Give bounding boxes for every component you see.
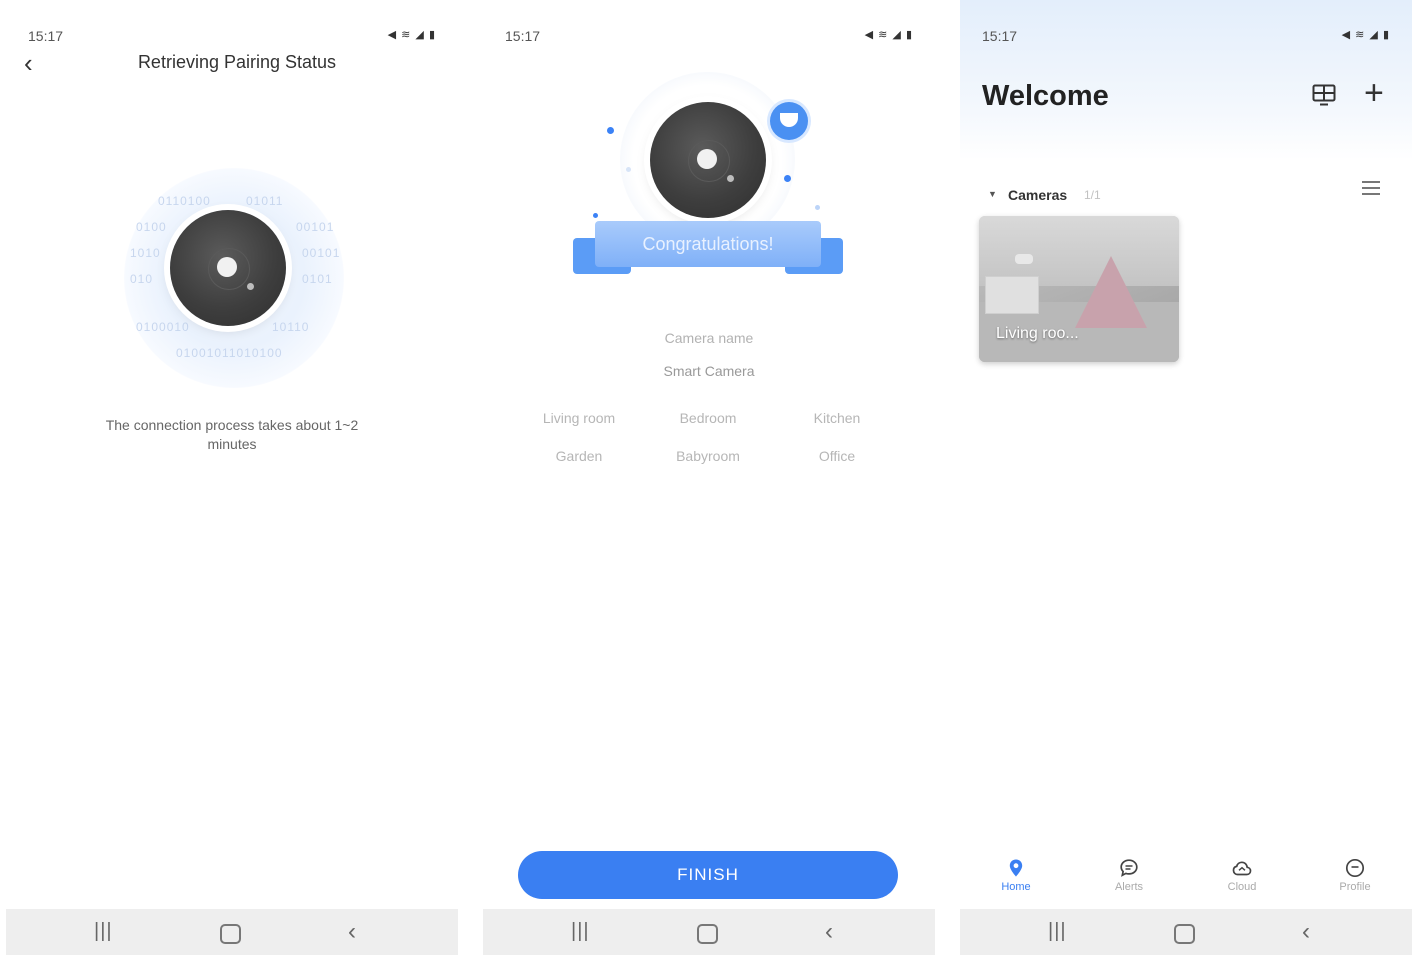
cameras-section-label: Cameras [1008, 187, 1068, 203]
binary-decoration: 0101 [302, 272, 333, 286]
sparkle-dot [593, 213, 598, 218]
home-screen: 15:17 ◀ ≋ ◢ ▮ Welcome + ▼ Cameras 1/1 Li… [960, 0, 1412, 955]
tab-home[interactable]: Home [981, 858, 1051, 893]
pairing-status-screen: 15:17 ◀ ≋ ◢ ▮ ‹ Retrieving Pairing Statu… [6, 0, 458, 955]
camera-card-living-room[interactable]: Living roo... [979, 216, 1179, 362]
recents-icon[interactable]: ||| [1048, 920, 1067, 943]
room-option-living-room[interactable]: Living room [515, 400, 643, 436]
congratulations-banner: Congratulations! [595, 221, 821, 267]
room-option-babyroom[interactable]: Babyroom [644, 438, 772, 474]
room-option-office[interactable]: Office [773, 438, 901, 474]
tab-label: Home [1001, 881, 1031, 893]
camera-lens-icon [170, 210, 286, 326]
camera-lens-icon [650, 102, 766, 218]
camera-name-label: Camera name [664, 330, 754, 346]
home-circle-icon[interactable] [697, 924, 718, 944]
page-title: Welcome [982, 80, 1109, 112]
bottom-tab-bar: Home Alerts Cloud Profile [960, 850, 1412, 909]
recents-icon[interactable]: ||| [571, 920, 590, 943]
home-circle-icon[interactable] [220, 924, 241, 944]
status-icons: ◀ ≋ ◢ ▮ [1341, 29, 1390, 41]
tab-profile[interactable]: Profile [1320, 858, 1390, 893]
nav-back-icon[interactable]: ‹ [825, 918, 833, 946]
recents-icon[interactable]: ||| [94, 920, 113, 943]
tab-label: Alerts [1114, 881, 1144, 893]
sparkle-dot [815, 205, 820, 210]
tab-cloud[interactable]: Cloud [1207, 858, 1277, 893]
status-icons: ◀ ≋ ◢ ▮ [864, 29, 913, 41]
collapse-arrow-icon[interactable]: ▼ [988, 189, 997, 199]
trophy-badge-icon [770, 102, 808, 140]
binary-decoration: 0110100 [158, 194, 211, 208]
binary-decoration: 0100 [136, 220, 167, 234]
page-title: Retrieving Pairing Status [137, 52, 337, 72]
finish-button[interactable]: FINISH [518, 851, 898, 899]
profile-icon [1345, 858, 1365, 878]
binary-decoration: 010 [130, 272, 154, 286]
nav-back-icon[interactable]: ‹ [1302, 918, 1310, 946]
sparkle-dot [784, 175, 791, 182]
system-nav-bar: ||| ‹ [960, 909, 1412, 955]
status-time: 15:17 [505, 28, 541, 44]
tab-label: Cloud [1227, 881, 1257, 893]
binary-decoration: 0100010 [136, 320, 190, 334]
room-option-garden[interactable]: Garden [515, 438, 643, 474]
status-time: 15:17 [982, 28, 1018, 44]
binary-decoration: 01001011010100 [176, 346, 283, 360]
sparkle-dot [607, 127, 614, 134]
binary-decoration: 10110 [272, 320, 310, 334]
binary-decoration: 01011 [246, 194, 284, 208]
cloud-icon [1232, 861, 1252, 876]
cameras-count: 1/1 [1084, 188, 1101, 202]
chat-bubble-icon [1120, 859, 1138, 877]
multi-view-grid-icon[interactable] [1312, 84, 1336, 106]
binary-decoration: 1010 [130, 246, 161, 260]
list-menu-icon[interactable] [1362, 181, 1380, 199]
sparkle-dot [626, 167, 631, 172]
tab-label: Profile [1339, 881, 1371, 893]
connection-hint: The connection process takes about 1~2 m… [105, 417, 359, 452]
camera-card-label: Living roo... [996, 325, 1079, 342]
binary-decoration: 00101 [302, 246, 341, 260]
add-device-icon[interactable]: + [1364, 76, 1384, 110]
room-option-bedroom[interactable]: Bedroom [644, 400, 772, 436]
room-option-kitchen[interactable]: Kitchen [773, 400, 901, 436]
camera-name-input[interactable]: Smart Camera [483, 363, 935, 379]
binary-decoration: 00101 [296, 220, 335, 234]
nav-back-icon[interactable]: ‹ [348, 918, 356, 946]
status-bar: 15:17 ◀ ≋ ◢ ▮ [28, 28, 436, 48]
system-nav-bar: ||| ‹ [483, 909, 935, 955]
tab-alerts[interactable]: Alerts [1094, 858, 1164, 893]
status-icons: ◀ ≋ ◢ ▮ [387, 29, 436, 41]
status-bar: 15:17 ◀ ≋ ◢ ▮ [982, 28, 1390, 48]
status-time: 15:17 [28, 28, 64, 44]
system-nav-bar: ||| ‹ [6, 909, 458, 955]
location-pin-icon [1009, 859, 1023, 877]
home-circle-icon[interactable] [1174, 924, 1195, 944]
status-bar: 15:17 ◀ ≋ ◢ ▮ [505, 28, 913, 48]
pairing-success-screen: 15:17 ◀ ≋ ◢ ▮ Congratulations! Camera na… [483, 0, 935, 955]
